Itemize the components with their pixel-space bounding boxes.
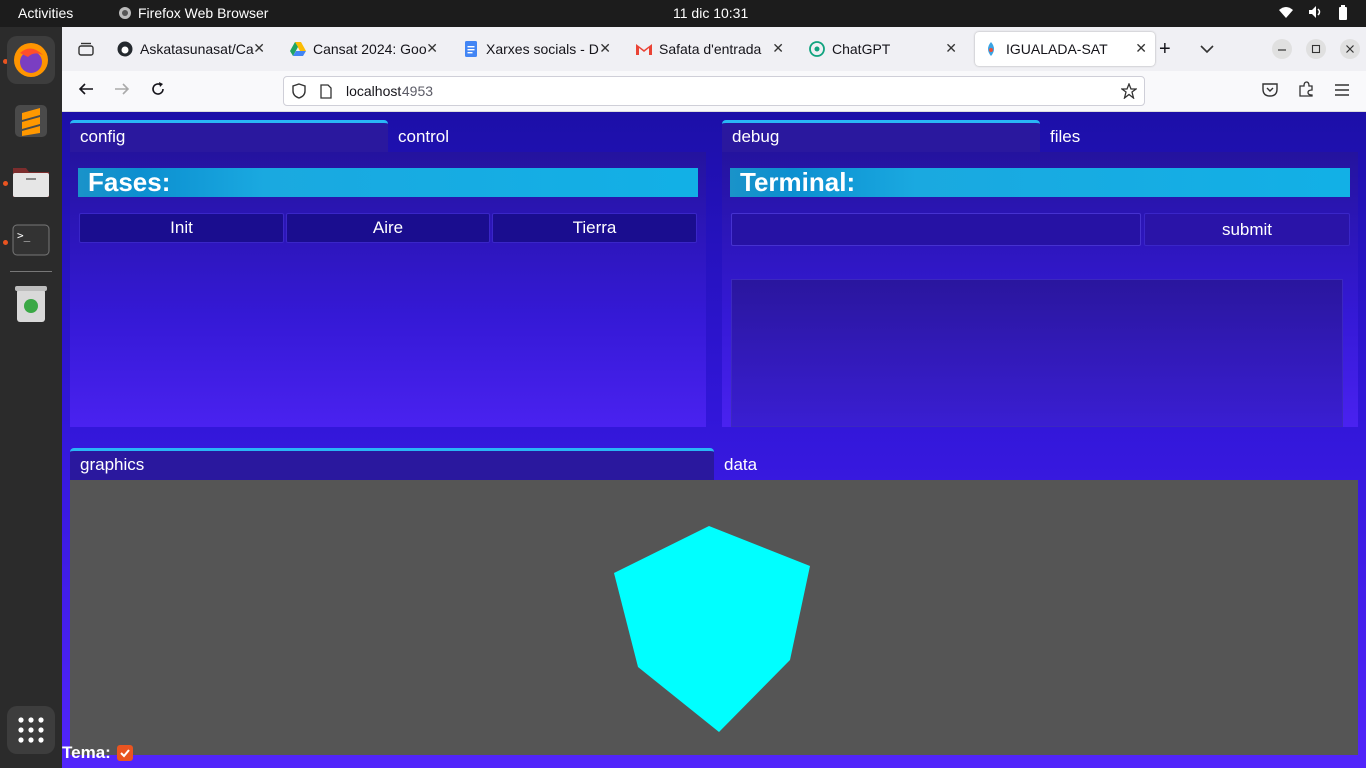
close-tab-icon[interactable]: ✕ bbox=[945, 40, 957, 57]
debug-panel: Terminal: submit bbox=[722, 152, 1358, 427]
tab-title: IGUALADA-SAT bbox=[1006, 41, 1108, 57]
close-tab-icon[interactable]: ✕ bbox=[426, 40, 438, 57]
browser-tab[interactable]: Xarxes socials - D ✕ bbox=[455, 32, 619, 66]
bookmark-star-icon[interactable] bbox=[1121, 83, 1137, 99]
app-menu[interactable]: Firefox Web Browser bbox=[118, 5, 268, 21]
theme-label: Tema: bbox=[62, 743, 111, 762]
browser-tab-strip: Askatasunasat/Ca ✕ Cansat 2024: Goo ✕ Xa… bbox=[62, 27, 1366, 71]
tab-title: Xarxes socials - D bbox=[486, 41, 599, 57]
close-tab-icon[interactable]: ✕ bbox=[599, 40, 611, 57]
trash-dock-icon[interactable] bbox=[7, 280, 55, 328]
battery-icon bbox=[1339, 5, 1347, 20]
minimize-icon bbox=[1272, 39, 1292, 59]
gmail-icon bbox=[636, 41, 652, 57]
tab-config[interactable]: config bbox=[70, 120, 388, 152]
browser-tab[interactable]: Askatasunasat/Ca ✕ bbox=[109, 32, 273, 66]
tab-title: Safata d'entrada bbox=[659, 41, 762, 57]
reload-icon bbox=[152, 82, 164, 95]
tierra-button[interactable]: Tierra bbox=[492, 213, 697, 243]
wifi-icon bbox=[1279, 7, 1293, 18]
3d-cube bbox=[614, 526, 810, 732]
submit-button[interactable]: submit bbox=[1144, 213, 1350, 246]
terminal-dock-icon[interactable]: >_ bbox=[7, 216, 55, 264]
fases-heading: Fases: bbox=[78, 168, 698, 197]
minimize-window-button[interactable] bbox=[1268, 32, 1292, 66]
close-tab-icon[interactable]: ✕ bbox=[1135, 40, 1147, 57]
pocket-icon bbox=[1262, 83, 1278, 97]
forward-button[interactable] bbox=[111, 81, 133, 102]
browser-tab[interactable]: Safata d'entrada ✕ bbox=[628, 32, 792, 66]
system-top-bar: Activities Firefox Web Browser 11 dic 10… bbox=[0, 0, 1366, 27]
url-port: :4953 bbox=[398, 83, 434, 99]
tab-overview-icon bbox=[78, 42, 94, 56]
extensions-button[interactable] bbox=[1295, 81, 1317, 102]
reload-button[interactable] bbox=[147, 81, 169, 102]
tab-title: ChatGPT bbox=[832, 41, 891, 57]
forward-arrow-icon bbox=[115, 83, 130, 95]
tab-title: Askatasunasat/Ca bbox=[140, 41, 254, 57]
google-drive-icon bbox=[290, 41, 306, 57]
theme-checkbox[interactable] bbox=[116, 745, 133, 761]
tab-title: Cansat 2024: Goo bbox=[313, 41, 427, 57]
tab-list-dropdown[interactable] bbox=[1196, 32, 1224, 66]
files-dock-icon[interactable] bbox=[7, 157, 55, 205]
browser-tab-active[interactable]: IGUALADA-SAT ✕ bbox=[975, 32, 1155, 66]
tab-control[interactable]: control bbox=[388, 120, 706, 152]
tab-data[interactable]: data bbox=[714, 448, 1358, 480]
puzzle-icon bbox=[1299, 81, 1313, 97]
close-tab-icon[interactable]: ✕ bbox=[772, 40, 784, 57]
close-tab-icon[interactable]: ✕ bbox=[253, 40, 265, 57]
clock[interactable]: 11 dic 10:31 bbox=[673, 5, 748, 21]
pocket-button[interactable] bbox=[1259, 81, 1281, 102]
browser-tab[interactable]: Cansat 2024: Goo ✕ bbox=[282, 32, 446, 66]
activities-button[interactable]: Activities bbox=[18, 5, 73, 21]
new-tab-button[interactable]: + bbox=[1155, 32, 1183, 66]
app-name: Firefox Web Browser bbox=[138, 5, 269, 21]
google-docs-icon bbox=[463, 41, 479, 57]
close-icon bbox=[1340, 39, 1360, 59]
system-tray[interactable] bbox=[1278, 5, 1348, 20]
maximize-window-button[interactable] bbox=[1302, 32, 1326, 66]
tab-debug[interactable]: debug bbox=[722, 120, 1040, 152]
init-button[interactable]: Init bbox=[79, 213, 284, 243]
tab-files[interactable]: files bbox=[1040, 120, 1358, 152]
aire-button[interactable]: Aire bbox=[286, 213, 490, 243]
plus-icon: + bbox=[1159, 37, 1171, 60]
url-bar[interactable]: localhost :4953 bbox=[283, 76, 1145, 106]
terminal-output bbox=[731, 279, 1343, 427]
github-icon bbox=[117, 41, 133, 57]
sublime-text-dock-icon[interactable] bbox=[7, 97, 55, 145]
graphics-3d-view[interactable] bbox=[70, 480, 1358, 755]
page-info-icon[interactable] bbox=[320, 84, 332, 99]
site-icon bbox=[983, 41, 999, 57]
config-panel: Fases: Init Aire Tierra bbox=[70, 152, 706, 427]
list-all-tabs-button[interactable] bbox=[72, 32, 102, 66]
back-arrow-icon bbox=[78, 83, 93, 95]
close-window-button[interactable] bbox=[1336, 32, 1360, 66]
hamburger-menu-icon bbox=[1335, 84, 1349, 96]
tab-graphics[interactable]: graphics bbox=[70, 448, 714, 480]
cube-canvas bbox=[614, 526, 810, 732]
theme-toggle: Tema: bbox=[62, 742, 133, 764]
chatgpt-icon bbox=[809, 41, 825, 57]
back-button[interactable] bbox=[75, 81, 97, 102]
dock: >_ bbox=[0, 27, 62, 768]
volume-icon bbox=[1309, 6, 1321, 18]
firefox-dock-icon[interactable] bbox=[7, 36, 55, 84]
page-content: config control Fases: Init Aire Tierra d… bbox=[62, 112, 1366, 768]
browser-tab[interactable]: ChatGPT ✕ bbox=[801, 32, 965, 66]
show-apps-button[interactable] bbox=[7, 706, 55, 754]
shield-icon[interactable] bbox=[292, 83, 306, 99]
maximize-icon bbox=[1306, 39, 1326, 59]
checkmark-icon bbox=[120, 749, 130, 758]
chevron-down-icon bbox=[1200, 45, 1214, 54]
browser-nav-bar: localhost :4953 bbox=[62, 71, 1366, 112]
firefox-small-icon bbox=[119, 7, 131, 19]
app-menu-button[interactable] bbox=[1331, 81, 1353, 102]
url-host: localhost bbox=[346, 83, 402, 99]
terminal-heading: Terminal: bbox=[730, 168, 1350, 197]
svg-text:>_: >_ bbox=[17, 229, 31, 242]
terminal-input[interactable] bbox=[731, 213, 1141, 246]
dock-separator bbox=[10, 271, 52, 272]
